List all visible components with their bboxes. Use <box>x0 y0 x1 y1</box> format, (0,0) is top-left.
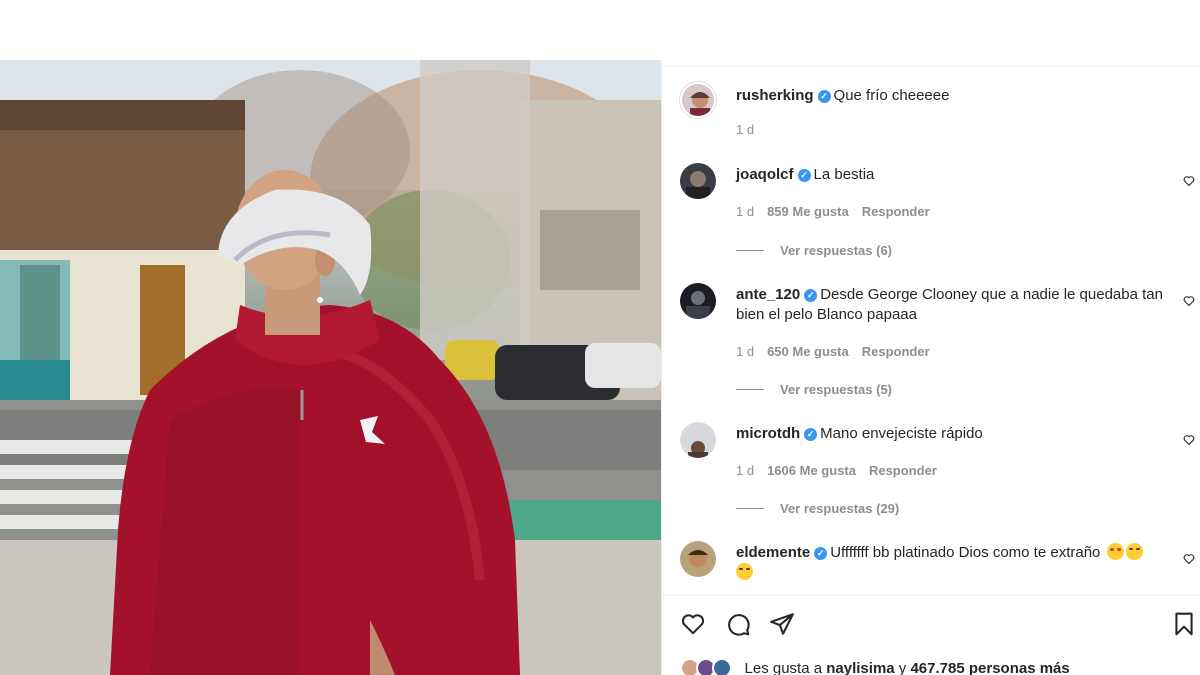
divider <box>662 595 1200 596</box>
username[interactable]: ante_120 <box>736 286 800 303</box>
comment-meta: 1 d 650 Me gusta Responder <box>736 344 943 359</box>
comment-text: microtdh ✓ Mano envejeciste rápido <box>736 424 1176 444</box>
like-count[interactable]: 1606 Me gusta <box>767 463 856 478</box>
avatar[interactable] <box>680 422 716 458</box>
smiling-emoji-icon <box>736 563 753 580</box>
comment-icon[interactable] <box>725 611 751 637</box>
view-replies-label: Ver respuestas (6) <box>780 243 893 258</box>
comments-panel: rusherking ✓ Que frío cheeeee 1 d joaqolcf… <box>661 60 1200 675</box>
comment-text: joaqolcf ✓ La bestia <box>736 165 1176 185</box>
view-replies-button[interactable]: Ver respuestas (29) <box>736 501 899 516</box>
reply-button[interactable]: Responder <box>862 344 930 359</box>
heart-eyes-emoji-icon <box>1106 543 1124 560</box>
avatar[interactable] <box>680 541 716 577</box>
like-heart-icon[interactable] <box>680 611 706 637</box>
timestamp[interactable]: 1 d <box>736 463 754 478</box>
comment-meta: 1 d 1606 Me gusta Responder <box>736 463 950 478</box>
divider <box>736 389 764 390</box>
divider <box>736 508 764 509</box>
post-photo[interactable] <box>0 60 661 675</box>
liked-by-user[interactable]: naylisima <box>826 660 894 675</box>
paper-plane-icon[interactable] <box>769 611 795 637</box>
verified-badge-icon: ✓ <box>814 547 828 560</box>
avatar[interactable] <box>680 82 716 118</box>
comment-text: eldemente ✓ Ufffffff bb platinado Dios com… <box>736 543 1176 583</box>
divider <box>736 250 764 251</box>
reply-button[interactable]: Responder <box>869 463 937 478</box>
smiling-emoji-icon <box>1125 543 1143 560</box>
comment-meta: 1 d 859 Me gusta Responder <box>736 204 943 219</box>
likes-middle: y <box>898 660 907 675</box>
caption-meta: 1 d <box>736 122 767 137</box>
top-bar <box>0 0 1200 60</box>
caption-text: rusherking ✓ Que frío cheeeee <box>736 86 1176 106</box>
timestamp[interactable]: 1 d <box>736 122 754 137</box>
verified-badge-icon: ✓ <box>817 90 831 103</box>
comment-body: La bestia <box>813 166 875 183</box>
verified-badge-icon: ✓ <box>797 169 811 182</box>
post-photo-illustration <box>0 60 661 675</box>
username[interactable]: rusherking <box>736 87 814 104</box>
view-replies-label: Ver respuestas (29) <box>780 501 900 516</box>
verified-badge-icon: ✓ <box>804 428 818 441</box>
likes-summary: Les gusta a naylisima y 467.785 personas… <box>680 658 1070 675</box>
likes-count[interactable]: 467.785 personas más <box>910 660 1069 675</box>
reply-button[interactable]: Responder <box>862 204 930 219</box>
comment-like-heart-icon[interactable] <box>1183 553 1195 565</box>
likes-prefix: Les gusta a <box>744 660 823 675</box>
timestamp[interactable]: 1 d <box>736 344 754 359</box>
like-count[interactable]: 859 Me gusta <box>767 204 849 219</box>
caption-body: Que frío cheeeee <box>833 87 950 104</box>
comment-body: Ufffffff bb platinado Dios como te extra… <box>830 544 1101 561</box>
comment-like-heart-icon[interactable] <box>1183 175 1195 187</box>
avatar[interactable] <box>680 283 716 319</box>
comment-body: Mano envejeciste rápido <box>820 425 983 442</box>
like-count[interactable]: 650 Me gusta <box>767 344 849 359</box>
username[interactable]: eldemente <box>736 544 810 561</box>
comment-like-heart-icon[interactable] <box>1183 434 1195 446</box>
username[interactable]: microtdh <box>736 425 800 442</box>
timestamp[interactable]: 1 d <box>736 204 754 219</box>
verified-badge-icon: ✓ <box>804 289 818 302</box>
view-replies-button[interactable]: Ver respuestas (5) <box>736 382 892 397</box>
comment-like-heart-icon[interactable] <box>1183 295 1195 307</box>
comment-text: ante_120 ✓ Desde George Clooney que a nadi… <box>736 285 1176 325</box>
divider <box>662 66 1200 67</box>
bookmark-icon[interactable] <box>1171 611 1197 637</box>
username[interactable]: joaqolcf <box>736 166 794 183</box>
view-replies-label: Ver respuestas (5) <box>780 382 893 397</box>
avatar <box>712 658 733 675</box>
avatar[interactable] <box>680 163 716 199</box>
view-replies-button[interactable]: Ver respuestas (6) <box>736 243 892 258</box>
